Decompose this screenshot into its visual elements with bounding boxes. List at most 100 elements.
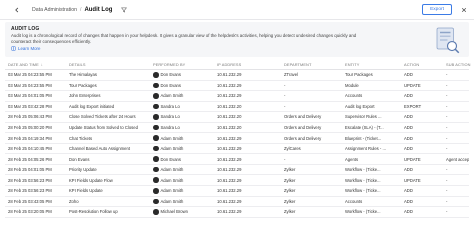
cell-ip-address: 10.61.232.29 (217, 177, 242, 183)
user-avatar-icon (153, 82, 159, 89)
cell-department: ZTravel (284, 72, 299, 78)
table-row[interactable]: 28 Feb 25 03:20:05 PM Post-Resolution Fol… (5, 207, 469, 218)
cell-performed-by: Don Evans (150, 82, 214, 89)
cell-action: ADD (404, 146, 413, 152)
cell-action: ADD (404, 93, 413, 99)
table-row[interactable]: 28 Feb 25 04:05:26 PM Don Evans Don Evans 1… (5, 154, 469, 165)
cell-sub-action: - (446, 167, 448, 173)
cell-action: ADD (404, 72, 413, 78)
table-row[interactable]: 03 Mar 25 04:23:55 PM The Himalayas Don Ev… (5, 70, 469, 81)
column-header-action: ACTION (404, 61, 420, 67)
table-row[interactable]: 28 Feb 25 04:01:05 PM Priority Update Adam… (5, 165, 469, 176)
table-row[interactable]: 03 Mar 25 04:23:55 PM Tour Packages Don Ev… (5, 81, 469, 92)
cell-entity: Audit log Export (345, 103, 375, 109)
table-row[interactable]: 28 Feb 25 05:00:20 PM Update Status from … (5, 123, 469, 134)
cell-ip-address: 10.61.232.29 (217, 93, 242, 99)
cell-performed-by: Adam Smith (150, 135, 214, 141)
top-bar: Data Administration / Audit Log Export (0, 0, 474, 20)
cell-date: 28 Feb 25 03:43:05 PM (8, 198, 52, 204)
cell-date: 03 Mar 25 03:42:28 PM (8, 103, 52, 109)
table-row[interactable]: 28 Feb 25 04:10:45 PM Channel Based Auto … (5, 144, 469, 155)
breadcrumb-parent[interactable]: Data Administration (32, 7, 77, 13)
cell-ip-address: 10.61.232.20 (217, 103, 242, 109)
user-avatar-icon (153, 72, 159, 78)
cell-date: 28 Feb 25 04:01:05 PM (8, 167, 52, 173)
cell-department: Zylker (284, 188, 296, 194)
cell-sub-action: - (446, 146, 448, 152)
column-header-date[interactable]: DATE AND TIME ↓ (5, 62, 66, 67)
cell-entity: Workflow - (Ticke... (345, 177, 381, 183)
cell-ip-address: 10.61.232.29 (217, 156, 242, 162)
cell-date: 28 Feb 25 03:56:23 PM (8, 177, 52, 183)
cell-date: 28 Feb 25 05:00:20 PM (8, 125, 52, 130)
performed-by-name: Sandra Lo (160, 114, 180, 120)
cell-date: 03 Mar 25 04:23:55 PM (8, 82, 52, 88)
table-header: DATE AND TIME ↓ DETAILS PERFORMED BY IP A… (5, 59, 470, 70)
cell-date: 28 Feb 25 05:06:43 PM (8, 114, 52, 120)
cell-ip-address: 10.61.232.29 (217, 167, 242, 173)
cell-entity: Blueprint - (Ticket... (345, 135, 382, 141)
cell-department: Zylker (284, 177, 296, 183)
cell-details: Post-Resolution Follow up (69, 209, 118, 215)
cell-entity: Accounts (345, 93, 363, 99)
info-title: AUDIT LOG (11, 26, 40, 32)
table-row[interactable]: 03 Mar 25 03:42:28 PM Audit log Export in… (5, 102, 469, 113)
cell-sub-action: - (446, 103, 448, 109)
cell-ip-address: 10.61.232.29 (217, 198, 242, 204)
cell-entity: Agents (345, 156, 359, 162)
close-button[interactable] (459, 5, 468, 14)
cell-date: 03 Mar 25 04:01:05 PM (8, 93, 52, 99)
cell-performed-by: Don Evans (150, 156, 214, 162)
cell-sub-action: - (446, 125, 448, 130)
cell-department: ZylCares (284, 146, 301, 152)
performed-by-name: Adam Smith (160, 135, 184, 141)
table-row[interactable]: 28 Feb 25 03:56:23 PM KPI Fields Update Ad… (5, 186, 469, 197)
cell-department: Zylker (284, 209, 296, 215)
export-button[interactable]: Export (422, 4, 452, 15)
audit-log-table: DATE AND TIME ↓ DETAILS PERFORMED BY IP A… (5, 59, 470, 218)
cell-details: Close Solved Tickets after 24 Hours (69, 114, 136, 120)
cell-details: Audit log Export initiated (69, 103, 115, 109)
user-avatar-icon (153, 209, 159, 215)
cell-sub-action: - (446, 177, 448, 183)
user-avatar-icon (153, 156, 159, 162)
cell-details: Channel Based Auto Assignment (69, 146, 130, 152)
table-row[interactable]: 03 Mar 25 04:01:05 PM John Enterprises Ada… (5, 91, 469, 102)
learn-more-link[interactable]: Learn More (11, 46, 40, 51)
learn-more-label: Learn More (18, 46, 41, 51)
table-row[interactable]: 28 Feb 25 03:56:23 PM KPI Fields Update F… (5, 175, 469, 187)
info-description: Audit log is a chronological record of c… (11, 33, 357, 44)
column-header-department: DEPARTMENT (284, 61, 312, 67)
table-row[interactable]: 28 Feb 25 05:06:43 PM Close Solved Ticket… (5, 112, 469, 123)
user-avatar-icon (153, 198, 159, 205)
cell-entity: Workflow - (Ticke... (345, 188, 381, 194)
back-button[interactable] (12, 5, 22, 15)
chevron-left-icon (15, 7, 19, 12)
table-row[interactable]: 28 Feb 25 03:43:05 PM Zoho Adam Smith 10.61… (5, 197, 469, 208)
filter-button[interactable] (120, 6, 128, 14)
performed-by-name: Adam Smith (160, 188, 184, 194)
cell-department: - (284, 82, 286, 88)
cell-details: The Himalayas (69, 72, 97, 78)
cell-sub-action: - (446, 93, 448, 99)
breadcrumb-separator: / (79, 6, 82, 13)
performed-by-name: Don Evans (160, 82, 181, 88)
cell-performed-by: Adam Smith (150, 188, 214, 194)
cell-entity: Escalate (SLA) - (T... (345, 125, 384, 130)
cell-ip-address: 10.61.232.29 (217, 146, 242, 152)
cell-date: 28 Feb 25 03:20:05 PM (8, 209, 52, 215)
cell-department: Orders and Delivery (284, 114, 322, 120)
cell-action: ADD (404, 135, 413, 141)
user-avatar-icon (153, 166, 159, 173)
page-title: Audit Log (84, 6, 113, 13)
cell-date: 28 Feb 25 04:05:26 PM (8, 156, 52, 162)
user-avatar-icon (153, 188, 159, 194)
cell-action: ADD (404, 188, 413, 194)
performed-by-name: Don Evans (160, 72, 181, 78)
column-header-details: DETAILS (69, 61, 86, 67)
close-icon (461, 7, 466, 12)
cell-entity: Workflow - (Ticke... (345, 209, 381, 215)
cell-details: KPI Fields Update Flow (69, 177, 113, 183)
learn-more-icon (11, 46, 16, 51)
table-row[interactable]: 28 Feb 25 04:19:34 PM Chat Tickets Adam Sm… (5, 133, 469, 144)
